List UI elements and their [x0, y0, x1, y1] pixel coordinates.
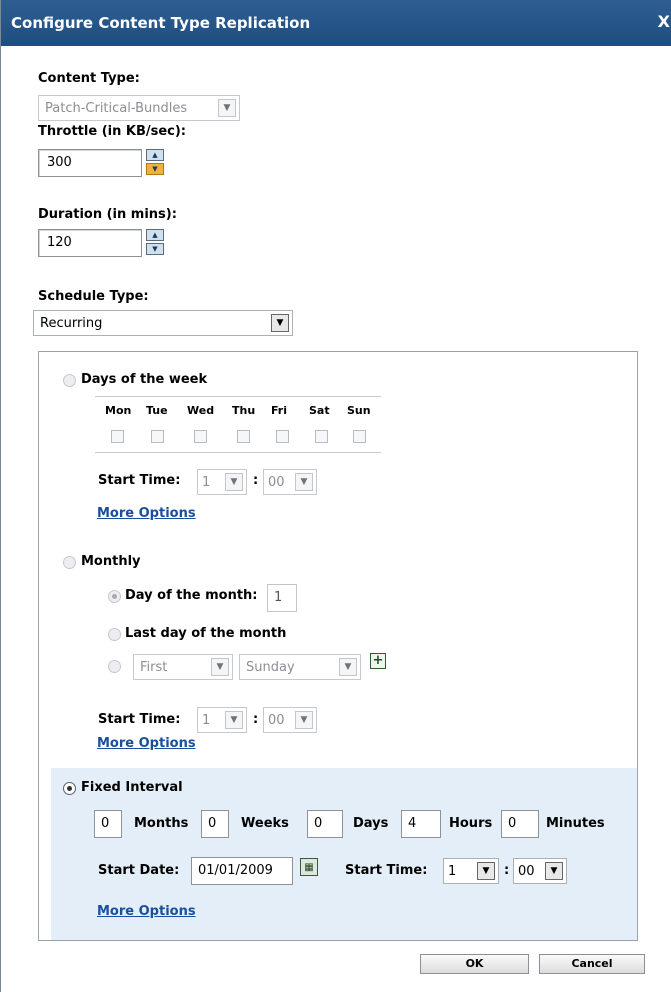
add-icon[interactable]: +	[370, 653, 386, 669]
days-hour-value: 1	[202, 474, 211, 490]
monthly-hour-select[interactable]: 1 ▼	[197, 707, 247, 733]
fixed-more-options-link[interactable]: More Options	[97, 904, 196, 919]
day-of-month-radio[interactable]	[108, 590, 121, 603]
start-date-label: Start Date:	[98, 863, 180, 878]
days-input[interactable]: 0	[307, 810, 343, 838]
chevron-down-icon: ▼	[225, 711, 243, 729]
days-of-week-label: Days of the week	[81, 372, 208, 387]
minutes-label: Minutes	[546, 816, 605, 831]
content-type-value: Patch-Critical-Bundles	[45, 100, 188, 116]
day-checkbox-sat[interactable]	[315, 430, 328, 443]
chevron-down-icon: ▼	[271, 314, 289, 332]
day-checkbox-sun[interactable]	[353, 430, 366, 443]
days-minute-select[interactable]: 00 ▼	[263, 469, 317, 495]
last-day-radio[interactable]	[108, 628, 121, 641]
days-table-bottom-rule	[95, 452, 381, 453]
dialog-titlebar: Configure Content Type Replication X	[1, 0, 671, 46]
fixed-hour-select[interactable]: 1 ▼	[443, 858, 499, 884]
ordinal-select[interactable]: First ▼	[133, 654, 233, 680]
days-hour-select[interactable]: 1 ▼	[197, 469, 247, 495]
configure-replication-dialog: Configure Content Type Replication X Con…	[0, 0, 671, 992]
weeks-input[interactable]: 0	[201, 810, 229, 838]
weekday-of-month-radio[interactable]	[108, 660, 121, 673]
time-separator: :	[253, 712, 259, 727]
throttle-input[interactable]: 300	[38, 149, 142, 177]
fixed-interval-radio[interactable]	[63, 782, 76, 795]
chevron-down-icon: ▼	[295, 711, 313, 729]
day-checkbox-tue[interactable]	[151, 430, 164, 443]
day-header-thu: Thu	[232, 404, 256, 417]
monthly-minute-select[interactable]: 00 ▼	[263, 707, 317, 733]
spin-up-icon[interactable]: ▲	[146, 149, 164, 161]
monthly-radio[interactable]	[63, 556, 76, 569]
content-type-select[interactable]: Patch-Critical-Bundles ▼	[38, 95, 240, 121]
day-header-sat: Sat	[309, 404, 330, 417]
monthly-minute-value: 00	[268, 712, 285, 728]
chevron-down-icon: ▼	[218, 99, 236, 117]
ok-button[interactable]: OK	[420, 954, 529, 974]
fixed-hour-value: 1	[448, 863, 457, 879]
time-separator: :	[253, 473, 259, 488]
day-checkbox-wed[interactable]	[194, 430, 207, 443]
day-of-month-input[interactable]: 1	[267, 584, 297, 612]
last-day-label: Last day of the month	[125, 626, 287, 641]
chevron-down-icon: ▼	[225, 473, 243, 491]
months-label: Months	[134, 816, 189, 831]
chevron-down-icon: ▼	[211, 658, 229, 676]
minutes-input[interactable]: 0	[501, 810, 539, 838]
cancel-button[interactable]: Cancel	[539, 954, 645, 974]
days-start-time-label: Start Time:	[98, 473, 181, 488]
duration-spinner[interactable]: ▲ ▼	[146, 229, 164, 255]
schedule-type-label: Schedule Type:	[38, 289, 149, 304]
spin-down-icon[interactable]: ▼	[146, 163, 164, 175]
chevron-down-icon: ▼	[295, 473, 313, 491]
close-icon[interactable]: X	[658, 12, 670, 31]
spin-down-icon[interactable]: ▼	[146, 243, 164, 255]
ordinal-value: First	[140, 659, 168, 675]
fixed-minute-select[interactable]: 00 ▼	[513, 858, 567, 884]
day-header-mon: Mon	[105, 404, 132, 417]
duration-label: Duration (in mins):	[38, 207, 177, 222]
hours-input[interactable]: 4	[401, 810, 441, 838]
time-separator: :	[504, 863, 510, 878]
content-type-label: Content Type:	[38, 71, 140, 86]
days-label: Days	[353, 816, 389, 831]
months-input[interactable]: 0	[94, 810, 122, 838]
start-date-input[interactable]: 01/01/2009	[191, 857, 293, 885]
day-checkbox-thu[interactable]	[237, 430, 250, 443]
day-header-sun: Sun	[347, 404, 371, 417]
schedule-type-select[interactable]: Recurring ▼	[33, 310, 293, 336]
fixed-interval-label: Fixed Interval	[81, 780, 183, 795]
weeks-label: Weeks	[241, 816, 289, 831]
day-checkbox-mon[interactable]	[111, 430, 124, 443]
weekday-select[interactable]: Sunday ▼	[239, 654, 361, 680]
days-minute-value: 00	[268, 474, 285, 490]
monthly-hour-value: 1	[202, 712, 211, 728]
throttle-label: Throttle (in KB/sec):	[38, 124, 187, 139]
days-of-week-radio[interactable]	[63, 374, 76, 387]
day-header-wed: Wed	[187, 404, 215, 417]
throttle-spinner[interactable]: ▲ ▼	[146, 149, 164, 175]
fixed-start-time-label: Start Time:	[345, 863, 428, 878]
day-header-tue: Tue	[146, 404, 168, 417]
duration-input[interactable]: 120	[38, 229, 142, 257]
chevron-down-icon: ▼	[339, 658, 357, 676]
days-table-top-rule	[95, 396, 381, 397]
chevron-down-icon: ▼	[477, 862, 495, 880]
day-of-month-label: Day of the month:	[125, 588, 258, 603]
monthly-more-options-link[interactable]: More Options	[97, 736, 196, 751]
monthly-label: Monthly	[81, 554, 141, 569]
calendar-icon[interactable]: ▦	[300, 858, 318, 876]
day-header-fri: Fri	[271, 404, 288, 417]
schedule-type-value: Recurring	[40, 315, 103, 331]
days-more-options-link[interactable]: More Options	[97, 506, 196, 521]
monthly-start-time-label: Start Time:	[98, 712, 181, 727]
chevron-down-icon: ▼	[545, 862, 563, 880]
spin-up-icon[interactable]: ▲	[146, 229, 164, 241]
weekday-value: Sunday	[246, 659, 295, 675]
day-checkbox-fri[interactable]	[276, 430, 289, 443]
dialog-title: Configure Content Type Replication	[11, 14, 311, 32]
hours-label: Hours	[449, 816, 493, 831]
fixed-minute-value: 00	[518, 863, 535, 879]
